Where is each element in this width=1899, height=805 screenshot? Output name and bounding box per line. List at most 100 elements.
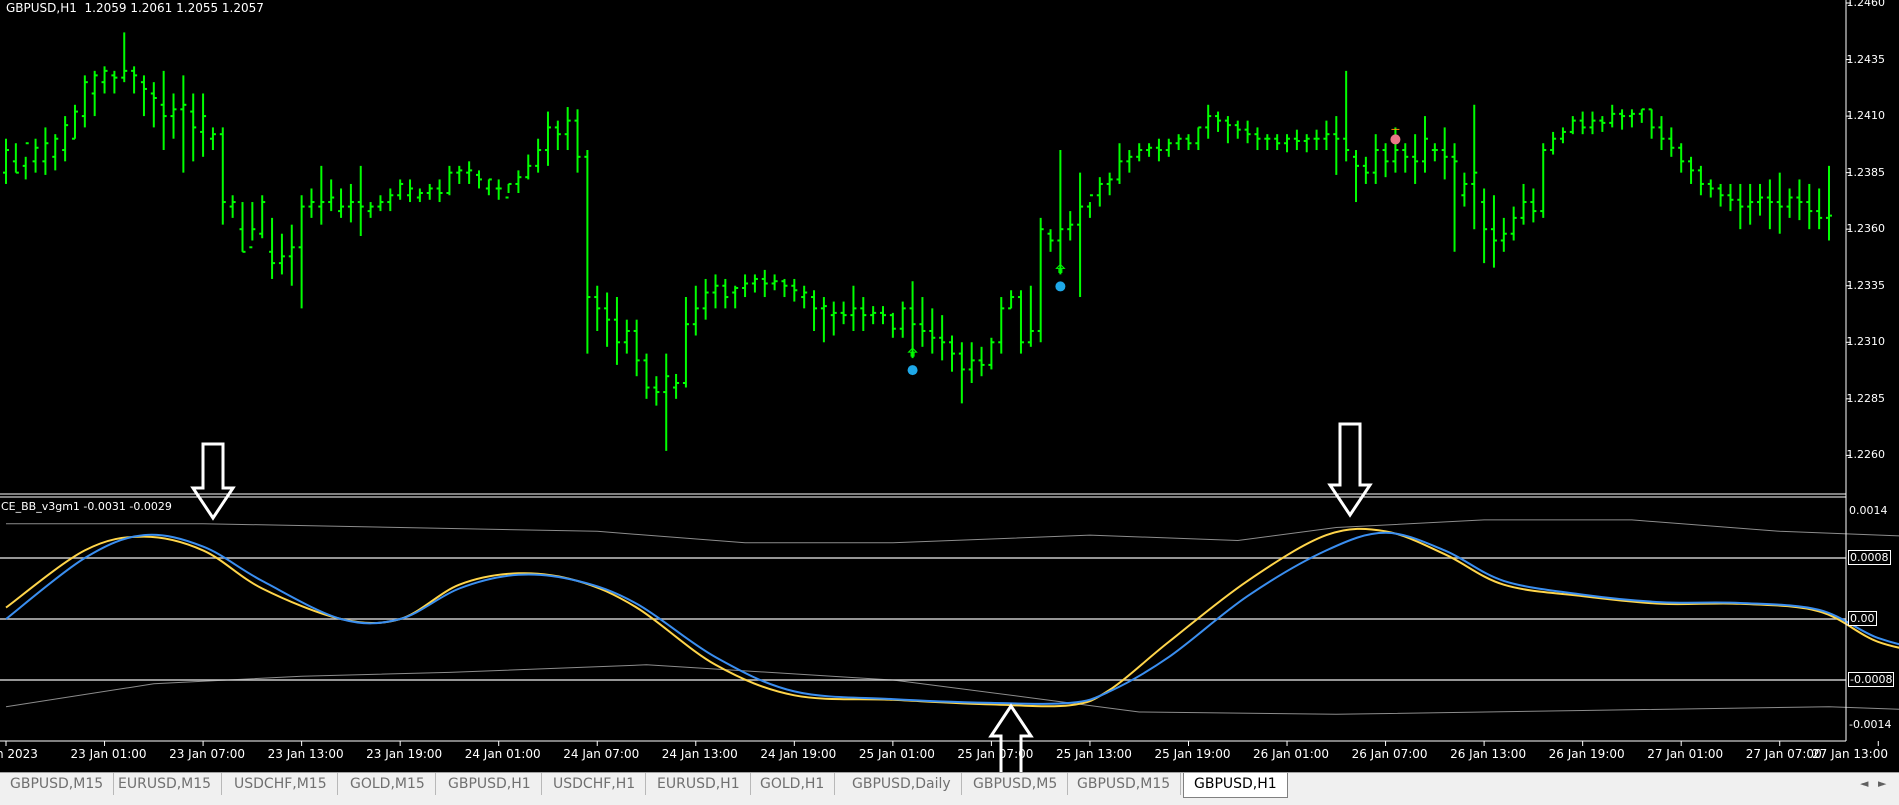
price-bar: [673, 373, 680, 399]
chart-tab[interactable]: GOLD,H1: [750, 773, 836, 795]
price-bar: [101, 66, 108, 94]
price-bar: [1510, 206, 1517, 241]
price-bar: [968, 342, 975, 383]
price-bar: [269, 217, 276, 279]
indicator-bands: [5, 519, 1899, 715]
price-bar: [1165, 138, 1172, 157]
price-bar: [978, 346, 985, 377]
price-bar: [1106, 172, 1113, 196]
indicator-axis-label: 0.00: [1848, 611, 1877, 626]
price-axis-label: 1.2335: [1846, 278, 1886, 292]
price-bar: [653, 376, 660, 406]
chart-tab[interactable]: GBPUSD,M15: [0, 773, 115, 795]
chart-tab[interactable]: USDCHF,M15: [224, 773, 338, 795]
price-bar: [456, 165, 463, 184]
price-axis-label: 1.2285: [1846, 391, 1886, 405]
price-bar: [1520, 183, 1527, 225]
annotation-arrows: [190, 422, 1373, 772]
tab-scroll-right-button[interactable]: ►: [1878, 777, 1886, 790]
indicator-info: CE_BB_v3gm1 -0.0031 -0.0029: [1, 500, 172, 513]
price-bar: [1047, 229, 1054, 252]
price-bar: [870, 306, 877, 325]
price-bar: [1136, 143, 1143, 162]
price-bar: [860, 297, 867, 331]
price-bar: [121, 32, 128, 83]
chart-tab[interactable]: GBPUSD,Daily: [842, 773, 962, 795]
price-bar: [1254, 127, 1261, 151]
chart-tab[interactable]: GOLD,M15: [340, 773, 436, 795]
price-bar: [1205, 104, 1212, 139]
price-bar: [594, 285, 601, 331]
price-bar: [840, 301, 847, 325]
price-bar: [1668, 127, 1675, 157]
price-bar: [643, 353, 650, 399]
price-bar: [377, 195, 384, 212]
time-axis-label: 25 Jan 19:00: [1154, 747, 1231, 761]
chart-tab[interactable]: GBPUSD,M5: [963, 773, 1069, 795]
chart-canvas[interactable]: [0, 0, 1899, 772]
price-bar: [889, 312, 896, 338]
price-bar: [998, 297, 1005, 354]
price-bar: [1274, 134, 1281, 151]
price-bar: [1826, 165, 1832, 241]
price-bar: [1589, 111, 1596, 135]
price-axis-label: 1.2385: [1846, 165, 1886, 179]
time-axis-label: 27 Jan 13:00: [1812, 747, 1888, 761]
price-bar: [604, 292, 611, 347]
price-bar: [1619, 109, 1626, 130]
chart-tab[interactable]: USDCHF,H1: [543, 773, 647, 795]
buy-signal-dot: [1055, 281, 1066, 292]
price-bar: [988, 337, 995, 370]
price-bar: [1717, 183, 1724, 207]
price-bar: [781, 278, 788, 298]
price-bar: [239, 202, 246, 253]
price-bar: [62, 116, 69, 162]
price-bar: [535, 138, 542, 173]
price-bar: [52, 134, 59, 171]
price-bar: [1786, 188, 1793, 218]
price-bar: [1155, 138, 1162, 162]
price-bar: [475, 170, 482, 189]
price-bar: [899, 301, 906, 338]
price-bar: [948, 335, 955, 372]
price-bar: [1293, 129, 1300, 151]
price-bar: [1353, 150, 1360, 203]
time-axis-label: 20 Jan 2023: [0, 747, 38, 761]
price-bar: [811, 290, 818, 331]
price-bar: [791, 278, 798, 302]
price-bar: [466, 161, 473, 184]
price-bar: [426, 183, 433, 200]
price-bar: [958, 342, 965, 404]
chart-tab[interactable]: EURUSD,M15: [108, 773, 223, 795]
time-axis-label: 25 Jan 01:00: [858, 747, 935, 761]
time-axis-label: 26 Jan 19:00: [1548, 747, 1625, 761]
price-bar: [1678, 143, 1685, 173]
price-bar: [318, 165, 325, 225]
chart-tab[interactable]: GBPUSD,M15: [1067, 773, 1182, 795]
price-bar: [732, 285, 739, 309]
price-bar: [712, 274, 719, 309]
chart-tab[interactable]: EURUSD,H1: [647, 773, 751, 795]
price-bar: [1382, 143, 1389, 178]
price-bar: [1559, 127, 1566, 144]
price-bar: [1323, 120, 1330, 151]
price-bar: [613, 297, 620, 365]
price-bar: [1579, 111, 1586, 135]
time-axis-label: 26 Jan 13:00: [1450, 747, 1527, 761]
price-bar: [1796, 179, 1803, 221]
tab-scroll-left-button[interactable]: ◄: [1860, 777, 1868, 790]
price-bar: [436, 179, 443, 203]
chart-tab[interactable]: GBPUSD,H1: [1183, 773, 1288, 798]
time-axis-label: 24 Jan 01:00: [464, 747, 541, 761]
chart-tab[interactable]: GBPUSD,H1: [438, 773, 542, 795]
indicator-axis-label: 0.0008: [1848, 550, 1891, 565]
price-bar: [1402, 143, 1409, 173]
price-bar: [1362, 156, 1369, 184]
price-bar: [1806, 183, 1813, 230]
price-bar: [1550, 131, 1557, 155]
price-bar: [1333, 116, 1340, 175]
price-bar: [387, 188, 394, 212]
time-axis-label: 27 Jan 07:00: [1745, 747, 1822, 761]
price-axis-label: 1.2360: [1846, 222, 1886, 236]
price-bar: [1697, 165, 1704, 196]
